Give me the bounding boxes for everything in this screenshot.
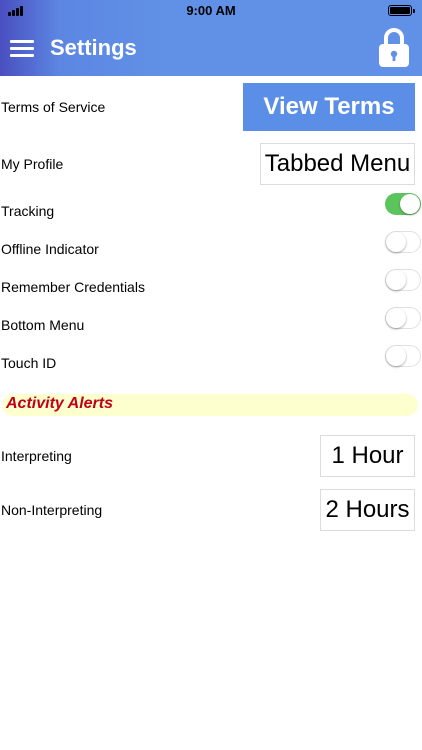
my-profile-label: My Profile (1, 156, 64, 172)
toggle-knob (386, 308, 406, 328)
menu-icon[interactable] (10, 40, 34, 58)
remember-credentials-toggle[interactable] (385, 269, 421, 291)
offline-indicator-toggle[interactable] (385, 231, 421, 253)
header: 9:00 AM Settings (0, 0, 422, 76)
offline-indicator-label: Offline Indicator (1, 241, 99, 257)
tracking-label: Tracking (1, 203, 55, 219)
interpreting-interval-select[interactable]: 1 Hour (320, 435, 415, 477)
profile-menu-select[interactable]: Tabbed Menu (260, 143, 415, 185)
toggle-knob (386, 270, 406, 290)
battery-icon (388, 5, 415, 16)
terms-of-service-label: Terms of Service (1, 99, 106, 115)
page-title: Settings (50, 35, 137, 60)
toggle-knob (400, 194, 420, 214)
remember-credentials-label: Remember Credentials (1, 279, 145, 295)
tracking-toggle[interactable] (385, 193, 421, 215)
bottom-menu-label: Bottom Menu (1, 317, 85, 333)
status-time: 9:00 AM (186, 3, 236, 18)
interpreting-label: Interpreting (1, 448, 72, 464)
non-interpreting-label: Non-Interpreting (1, 502, 103, 518)
status-bar: 9:00 AM (0, 0, 422, 22)
view-terms-button[interactable]: View Terms (243, 83, 415, 131)
lock-icon[interactable] (377, 26, 411, 68)
touch-id-label: Touch ID (1, 355, 57, 371)
toggle-knob (386, 232, 406, 252)
activity-alerts-header: Activity Alerts (2, 394, 418, 416)
bottom-menu-toggle[interactable] (385, 307, 421, 329)
non-interpreting-interval-select[interactable]: 2 Hours (320, 489, 415, 531)
touch-id-toggle[interactable] (385, 345, 421, 367)
toggle-knob (386, 346, 406, 366)
activity-alerts-title: Activity Alerts (6, 395, 113, 412)
